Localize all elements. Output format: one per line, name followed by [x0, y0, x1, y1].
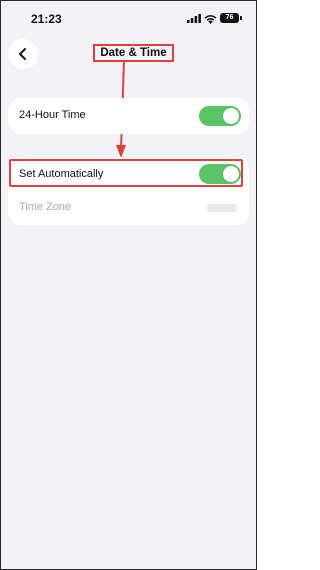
row-label-24-hour-time: 24-Hour Time: [19, 109, 86, 121]
screen-frame: 21:23 76 Date & Time 24-Hour Time Set Au…: [0, 0, 257, 570]
back-button[interactable]: [8, 39, 38, 69]
wifi-icon: [204, 15, 217, 24]
battery-icon: 76: [220, 13, 239, 23]
signal-icon: [187, 14, 201, 23]
toggle-knob: [223, 108, 239, 124]
row-label-time-zone: Time Zone: [19, 201, 72, 213]
annotation-highlight-box: [9, 159, 243, 187]
card-24-hour-time: 24-Hour Time: [8, 98, 249, 134]
chevron-left-icon: [19, 48, 26, 60]
time-zone-value[interactable]: [207, 204, 237, 212]
toggle-24-hour-time[interactable]: [199, 106, 241, 126]
status-time: 21:23: [31, 12, 62, 26]
battery-nub: [240, 16, 242, 20]
page-title: Date & Time: [93, 44, 174, 62]
status-bar: 21:23 76: [1, 1, 256, 35]
